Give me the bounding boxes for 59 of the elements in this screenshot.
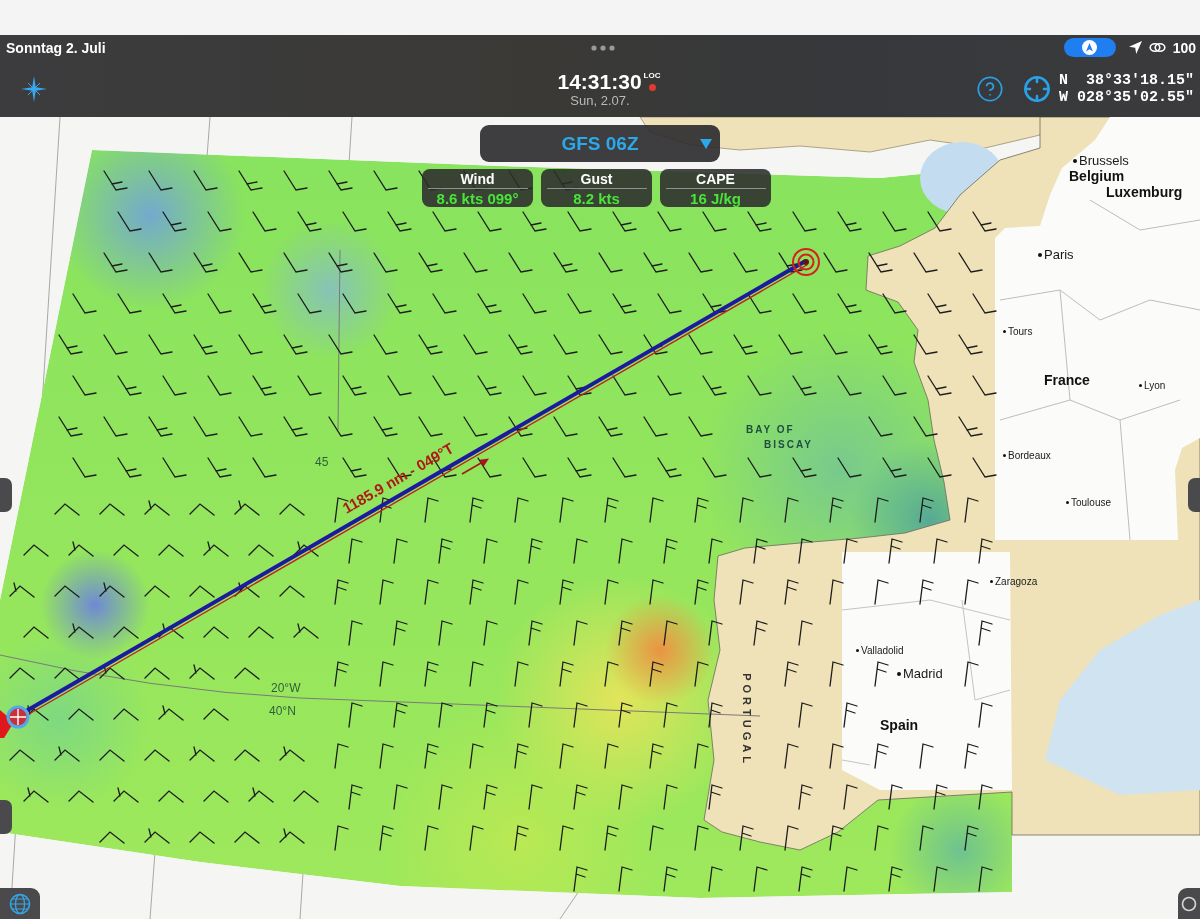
navigation-pill-button[interactable] bbox=[1063, 38, 1116, 57]
readout-value: 16 J/kg bbox=[690, 190, 741, 207]
city-dot-icon bbox=[990, 580, 993, 584]
readout-label: Gust bbox=[580, 171, 613, 187]
city-dot-icon bbox=[1038, 253, 1042, 258]
grid-label: 20°W bbox=[271, 681, 301, 695]
city-label: Toulouse bbox=[1071, 497, 1112, 509]
country-label: Spain bbox=[880, 717, 919, 733]
city-dot-icon bbox=[1139, 384, 1142, 388]
city-dot-icon bbox=[897, 672, 901, 677]
side-panel-handle[interactable] bbox=[0, 478, 12, 512]
city-label: Valladolid bbox=[861, 645, 904, 657]
country-label: France bbox=[1044, 372, 1090, 388]
target-marker-icon bbox=[792, 248, 820, 276]
readout-value: 8.6 kts 099° bbox=[436, 190, 519, 207]
clock-time: 14:31:30 bbox=[557, 71, 642, 93]
city-label: Paris bbox=[1044, 248, 1074, 263]
circle-icon bbox=[1181, 895, 1197, 912]
status-dot-icon bbox=[648, 84, 656, 91]
more-dots-icon[interactable] bbox=[591, 44, 615, 51]
grid-label: 40°N bbox=[269, 704, 296, 718]
country-border-label: PORTUGAL bbox=[739, 673, 753, 767]
boat-position-icon bbox=[0, 705, 30, 738]
clock-date: Sun, 2.07. bbox=[570, 93, 630, 108]
sea-label: BISCAY bbox=[764, 439, 813, 451]
city-dot-icon bbox=[1066, 501, 1069, 505]
city-dot-icon bbox=[1073, 159, 1077, 164]
globe-icon bbox=[9, 892, 31, 915]
side-panel-handle[interactable] bbox=[1188, 478, 1200, 512]
readout-label: CAPE bbox=[696, 171, 735, 187]
help-icon[interactable] bbox=[975, 74, 1004, 103]
time-reference: LOC bbox=[643, 71, 661, 80]
city-dot-icon bbox=[1003, 330, 1006, 334]
battery-percent: 100 bbox=[1172, 39, 1196, 56]
city-dot-icon bbox=[856, 649, 859, 653]
layers-button[interactable] bbox=[0, 888, 40, 919]
grid-label: 45 bbox=[315, 455, 329, 469]
crosshair-icon[interactable] bbox=[1022, 74, 1051, 103]
city-label: Bordeaux bbox=[1008, 450, 1051, 462]
map-tool-button[interactable] bbox=[1178, 888, 1200, 919]
status-date: Sonntag 2. Juli bbox=[6, 39, 106, 56]
city-label: Brussels bbox=[1079, 154, 1129, 169]
link-icon bbox=[1148, 42, 1166, 53]
city-dot-icon bbox=[1003, 454, 1006, 458]
city-label: Madrid bbox=[903, 667, 943, 682]
longitude-text: W 028°35'02.55" bbox=[1058, 88, 1194, 106]
model-dropdown[interactable]: GFS 06Z bbox=[480, 125, 720, 162]
sea-label: BAY OF bbox=[746, 424, 795, 436]
side-panel-handle[interactable] bbox=[0, 800, 12, 834]
direction-arrow-icon bbox=[461, 458, 489, 475]
location-arrow-icon bbox=[1128, 41, 1142, 54]
city-label: Zaragoza bbox=[995, 576, 1038, 588]
city-label: Tours bbox=[1008, 326, 1033, 338]
readout-label: Wind bbox=[460, 171, 495, 187]
country-label: Belgium bbox=[1069, 168, 1125, 184]
readout-value: 8.2 kts bbox=[573, 190, 620, 207]
city-label: Lyon bbox=[1144, 380, 1166, 392]
latitude-text: N 38°33'18.15" bbox=[1058, 71, 1194, 89]
country-label: Luxemburg bbox=[1106, 184, 1183, 200]
